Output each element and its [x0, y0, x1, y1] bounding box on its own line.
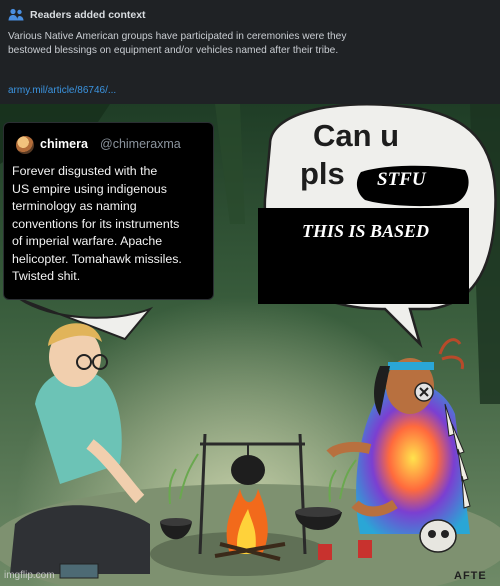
notes-header: Readers added context [8, 8, 146, 21]
tweet-body: Forever disgusted with the US empire usi… [12, 163, 212, 286]
stfu-overlay-text: STFU [377, 169, 426, 190]
tweet-line: of imperial warfare. Apache [12, 234, 163, 248]
speech-bubble-line-1: Can u [313, 118, 400, 153]
overlay-caption-text: THIS IS BASED [302, 221, 430, 241]
tweet-author-handle: @chimeraxma [100, 137, 181, 151]
avatar [16, 136, 34, 154]
tweet-line: Forever disgusted with the [12, 164, 158, 178]
notes-source-link[interactable]: army.mil/article/86746/... [8, 85, 116, 96]
people-icon [8, 8, 24, 21]
tweet-line: terminology as naming [12, 199, 137, 213]
imgflip-watermark: imgflip.com [4, 570, 55, 581]
tweet-line: Twisted shit. [12, 269, 81, 283]
meme-image: chimera @chimeraxma Forever disgusted wi… [0, 104, 500, 586]
notes-title: Readers added context [30, 8, 146, 21]
artist-signature: AFTE [454, 570, 487, 582]
tweet-line: helicopter. Tomahawk missiles. [12, 251, 182, 266]
community-notes-panel: Readers added context Various Native Ame… [0, 0, 500, 105]
tweet-line: conventions for its instruments [12, 216, 180, 231]
tweet-line: US empire using indigenous [12, 181, 167, 196]
tweet-card: chimera @chimeraxma Forever disgusted wi… [3, 122, 214, 300]
notes-body-text: Various Native American groups have part… [8, 31, 347, 56]
tweet-author-name: chimera [40, 137, 88, 151]
speech-bubble-line-2: pls [300, 156, 345, 191]
